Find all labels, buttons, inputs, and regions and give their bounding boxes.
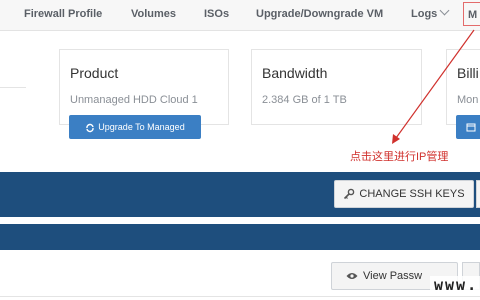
product-title: Product — [70, 65, 119, 81]
product-card: Product Unmanaged HDD Cloud 1 — [59, 49, 229, 125]
nav-isos[interactable]: ISOs — [204, 8, 229, 20]
chevron-down-icon — [439, 5, 450, 16]
nav-firewall-profile[interactable]: Firewall Profile — [24, 8, 102, 20]
eye-icon — [346, 273, 358, 280]
section-header-bar — [0, 224, 480, 250]
left-card-edge — [0, 87, 26, 88]
billing-title: Billi — [457, 65, 479, 81]
bandwidth-title: Bandwidth — [262, 65, 328, 81]
nav-more[interactable]: M — [468, 9, 477, 21]
upgrade-button-label: Upgrade To Managed — [98, 122, 185, 132]
bandwidth-value: 2.384 GB of 1 TB — [262, 94, 347, 106]
billing-button[interactable] — [456, 115, 480, 139]
top-nav: Firewall Profile Volumes ISOs Upgrade/Do… — [0, 0, 480, 31]
nav-more-highlight[interactable]: M — [463, 2, 480, 26]
view-password-label: View Passw — [363, 270, 423, 282]
nav-upgrade-downgrade-vm[interactable]: Upgrade/Downgrade VM — [256, 8, 383, 20]
ssh-keys-label: CHANGE SSH KEYS — [359, 188, 465, 200]
billing-value: Mon — [457, 94, 479, 106]
calendar-icon — [466, 123, 476, 132]
annotation-text: 点击这里进行IP管理 — [350, 151, 449, 163]
change-ssh-keys-button[interactable]: CHANGE SSH KEYS — [334, 180, 474, 208]
bandwidth-card: Bandwidth 2.384 GB of 1 TB — [251, 49, 422, 125]
nav-logs-label: Logs — [411, 8, 438, 20]
refresh-icon — [86, 123, 94, 132]
divider — [0, 296, 480, 297]
product-value: Unmanaged HDD Cloud 1 — [70, 94, 198, 106]
watermark: www. — [430, 276, 480, 294]
key-icon — [344, 188, 355, 200]
upgrade-to-managed-button[interactable]: Upgrade To Managed — [69, 115, 201, 139]
billing-card: Billi Mon — [446, 49, 480, 125]
nav-volumes[interactable]: Volumes — [131, 8, 176, 20]
action-bar-next-button[interactable] — [476, 180, 480, 208]
nav-logs[interactable]: Logs — [411, 5, 450, 20]
